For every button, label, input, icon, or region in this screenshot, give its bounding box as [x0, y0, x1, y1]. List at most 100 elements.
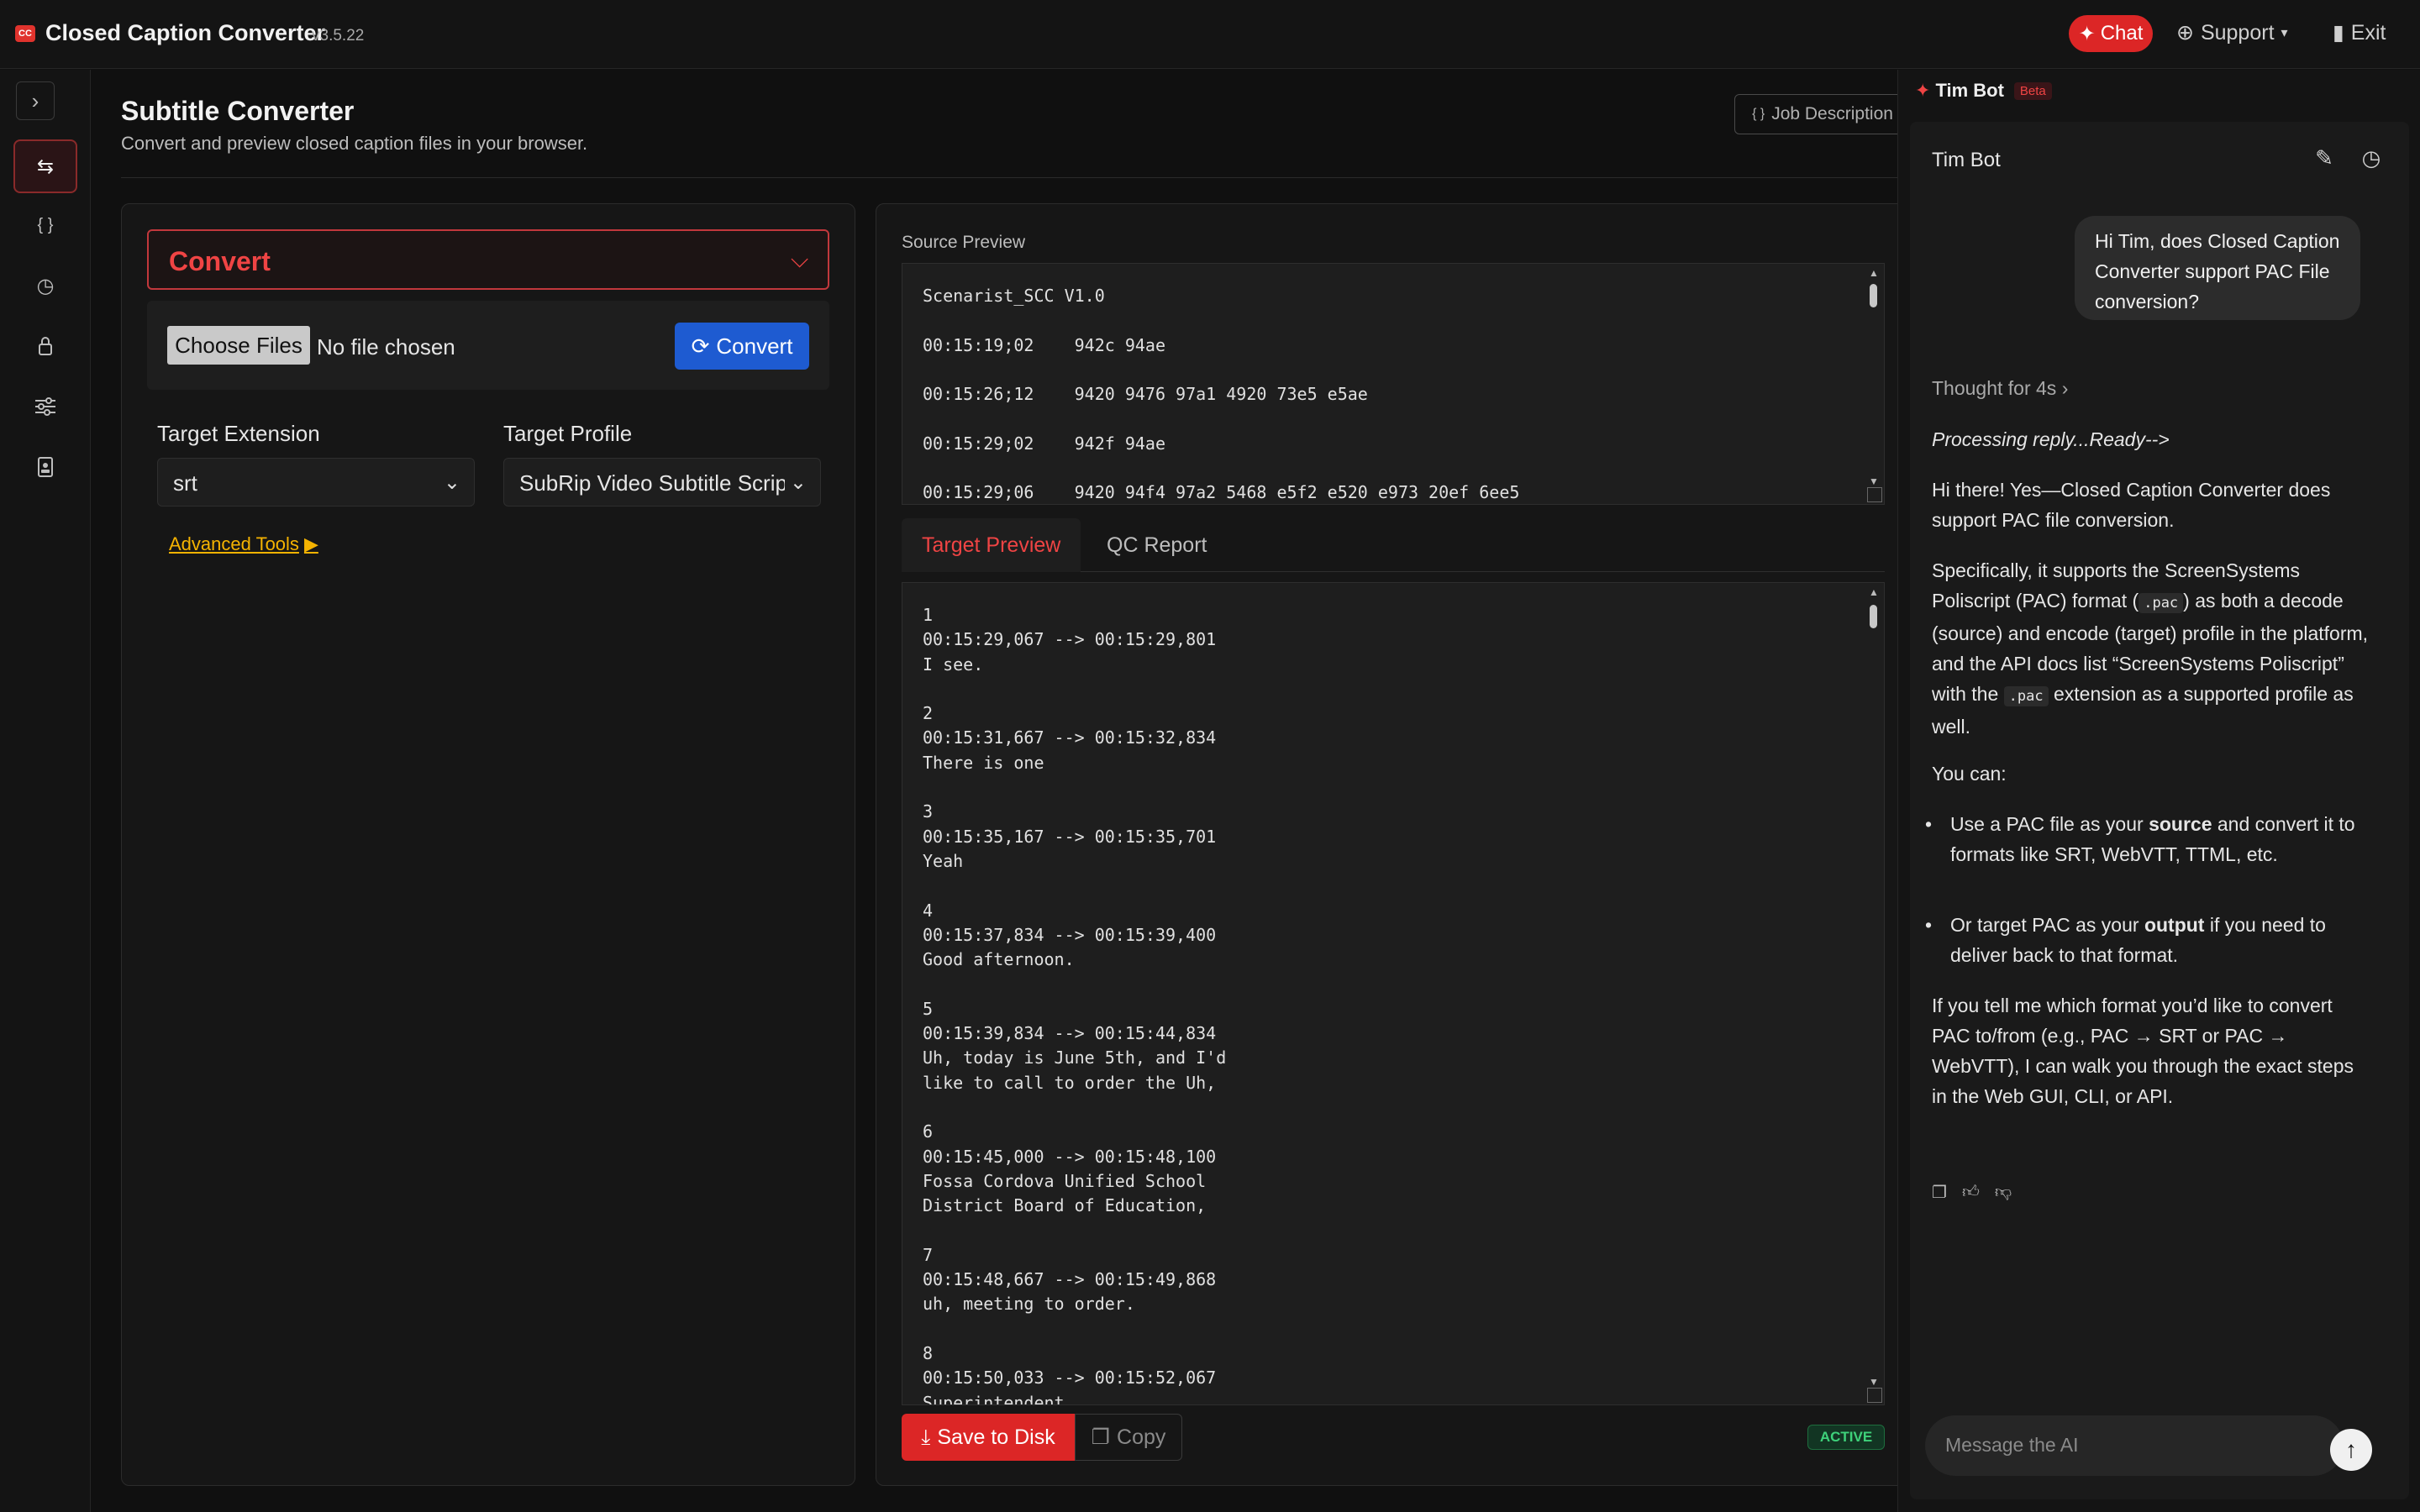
source-scrollbar[interactable]: ▲ ▼	[1867, 267, 1881, 487]
lock-icon	[39, 337, 52, 355]
app-title: Closed Caption Converter	[45, 20, 326, 45]
sidebar-item-account[interactable]	[13, 440, 77, 494]
thought-label: Thought for 4s	[1932, 377, 2057, 399]
preview-panel: Source Preview Scenarist_SCC V1.0 00:15:…	[876, 203, 1911, 1486]
sparkle-icon: ✦	[2078, 22, 2096, 45]
job-description-button[interactable]: { } Job Description	[1734, 94, 1911, 134]
save-label: Save to Disk	[937, 1425, 1055, 1449]
braces-icon: { }	[1752, 107, 1765, 121]
bot-bullet-1: Use a PAC file as your source and conver…	[1925, 809, 2362, 869]
sidebar-toggle-button[interactable]: ›	[16, 81, 55, 120]
bot-paragraph-2: Specifically, it supports the ScreenSyst…	[1932, 555, 2369, 742]
copy-label: Copy	[1117, 1425, 1166, 1449]
door-icon: ▮	[2333, 21, 2344, 45]
bot-name: Tim Bot	[1932, 149, 2001, 171]
tab-target-preview[interactable]: Target Preview	[902, 518, 1081, 572]
target-preview-textarea[interactable]: 1 00:15:29,067 --> 00:15:29,801 I see. 2…	[902, 582, 1885, 1405]
target-scrollbar[interactable]: ▲ ▼	[1867, 586, 1881, 1388]
job-description-label: Job Description	[1771, 104, 1893, 123]
header-divider	[121, 177, 1912, 178]
save-to-disk-button[interactable]: ⤓ Save to Disk	[902, 1414, 1075, 1461]
convert-button[interactable]: ⟳ Convert	[675, 323, 809, 370]
choose-files-button[interactable]: Choose Files	[167, 326, 310, 365]
support-menu[interactable]: ⊕ Support ▾	[2176, 20, 2288, 45]
source-preview-label: Source Preview	[902, 233, 1026, 252]
source-preview-content: Scenarist_SCC V1.0 00:15:19;02 942c 94ae…	[923, 286, 1520, 503]
convert-section-title: Convert	[169, 246, 271, 276]
resize-handle[interactable]	[1867, 1388, 1882, 1403]
support-label: Support	[2200, 20, 2275, 45]
bullet-2-b: output	[2144, 914, 2205, 936]
convert-panel: Convert ⌵ Choose Files No file chosen ⟳ …	[121, 203, 855, 1486]
target-profile-value: SubRip Video Subtitle Script	[519, 470, 794, 496]
chevron-right-icon: ›	[2061, 377, 2069, 399]
tab-qc-report[interactable]: QC Report	[1086, 518, 1227, 572]
scroll-thumb[interactable]	[1870, 605, 1877, 628]
resize-handle[interactable]	[1867, 487, 1882, 502]
chevron-down-icon: ⌄	[784, 470, 807, 495]
processing-status: Processing reply...Ready-->	[1932, 428, 2170, 450]
target-extension-label: Target Extension	[157, 421, 320, 446]
sidebar-item-security[interactable]	[13, 319, 77, 373]
source-preview-textarea[interactable]: Scenarist_SCC V1.0 00:15:19;02 942c 94ae…	[902, 263, 1885, 505]
download-icon: ⤓	[921, 1425, 931, 1449]
sidebar-item-history[interactable]: ◷	[13, 259, 77, 312]
pac-code: .pac	[2003, 686, 2049, 706]
app-logo: CC	[15, 25, 35, 42]
chat-button[interactable]: ✦ Chat	[2069, 15, 2153, 52]
bot-panel-header: ✦ Tim Bot Beta	[1915, 80, 2052, 102]
target-profile-label: Target Profile	[503, 421, 633, 446]
history-icon: ◷	[36, 274, 55, 297]
convert-button-label: Convert	[716, 333, 793, 359]
file-upload-row: Choose Files No file chosen ⟳ Convert	[147, 301, 829, 390]
target-preview-content: 1 00:15:29,067 --> 00:15:29,801 I see. 2…	[923, 605, 1227, 1405]
page-title: Subtitle Converter	[121, 96, 355, 126]
edit-icon: ✎	[2315, 144, 2333, 171]
sidebar-item-json[interactable]: { }	[13, 198, 77, 252]
caret-down-icon: ▾	[2281, 26, 2288, 40]
copy-button[interactable]: ❐ Copy	[1075, 1414, 1182, 1461]
bullet-2-a: Or target PAC as your	[1950, 914, 2144, 936]
send-button[interactable]: ↑	[2330, 1429, 2372, 1471]
scroll-thumb[interactable]	[1870, 284, 1877, 307]
thumbs-up-icon[interactable]: 👍︎	[1962, 1182, 1980, 1203]
target-extension-value: srt	[173, 470, 197, 496]
bot-bullet-2: Or target PAC as your output if you need…	[1925, 910, 2362, 970]
thought-toggle[interactable]: Thought for 4s ›	[1932, 377, 2068, 400]
exit-button[interactable]: ▮ Exit	[2333, 20, 2386, 45]
chat-history-button[interactable]: ◷	[2357, 144, 2386, 172]
chevron-down-icon: ⌄	[438, 470, 460, 495]
target-profile-select[interactable]: SubRip Video Subtitle Script ⌄	[503, 458, 821, 507]
refresh-icon: ⟳	[691, 333, 710, 359]
bullet-1-a: Use a PAC file as your	[1950, 813, 2149, 835]
exit-label: Exit	[2350, 20, 2386, 45]
chat-thread: Tim Bot ✎ ◷ Hi Tim, does Closed Caption …	[1910, 122, 2409, 1499]
beta-badge: Beta	[2013, 81, 2052, 100]
target-extension-select[interactable]: srt ⌄	[157, 458, 475, 507]
bullet-1-b: source	[2149, 813, 2212, 835]
sidebar-item-converter[interactable]: ⇆	[13, 139, 77, 193]
chevron-down-icon: ⌵	[791, 246, 809, 272]
advanced-tools-link[interactable]: Advanced Tools ▶	[169, 533, 318, 555]
convert-arrows-icon: ⇆	[36, 155, 55, 178]
braces-icon: { }	[37, 215, 54, 234]
convert-section-header[interactable]: Convert ⌵	[147, 229, 829, 290]
sparkle-icon: ✦	[1915, 80, 1931, 101]
advanced-tools-label: Advanced Tools	[169, 533, 299, 554]
bot-panel-title: Tim Bot	[1935, 80, 2004, 101]
copy-icon[interactable]: ❐	[1932, 1182, 1947, 1203]
app-version: v3.5.22	[312, 27, 365, 45]
left-sidebar: › ⇆ { } ◷	[0, 70, 91, 1512]
message-reactions: ❐ 👍︎ 👎︎	[1932, 1182, 2012, 1203]
history-icon: ◷	[2361, 144, 2381, 171]
scroll-down-icon: ▼	[1869, 475, 1879, 487]
page-subtitle: Convert and preview closed caption files…	[121, 133, 588, 154]
scroll-up-icon: ▲	[1869, 267, 1879, 279]
scroll-down-icon: ▼	[1869, 1376, 1879, 1388]
sidebar-item-settings[interactable]	[13, 380, 77, 433]
message-input[interactable]: Message the AI	[1925, 1415, 2344, 1476]
status-badge: ACTIVE	[1807, 1425, 1885, 1450]
new-chat-button[interactable]: ✎	[2310, 144, 2338, 172]
bot-paragraph-3: If you tell me which format you’d like t…	[1932, 995, 2354, 1107]
thumbs-down-icon[interactable]: 👎︎	[1995, 1182, 2012, 1203]
